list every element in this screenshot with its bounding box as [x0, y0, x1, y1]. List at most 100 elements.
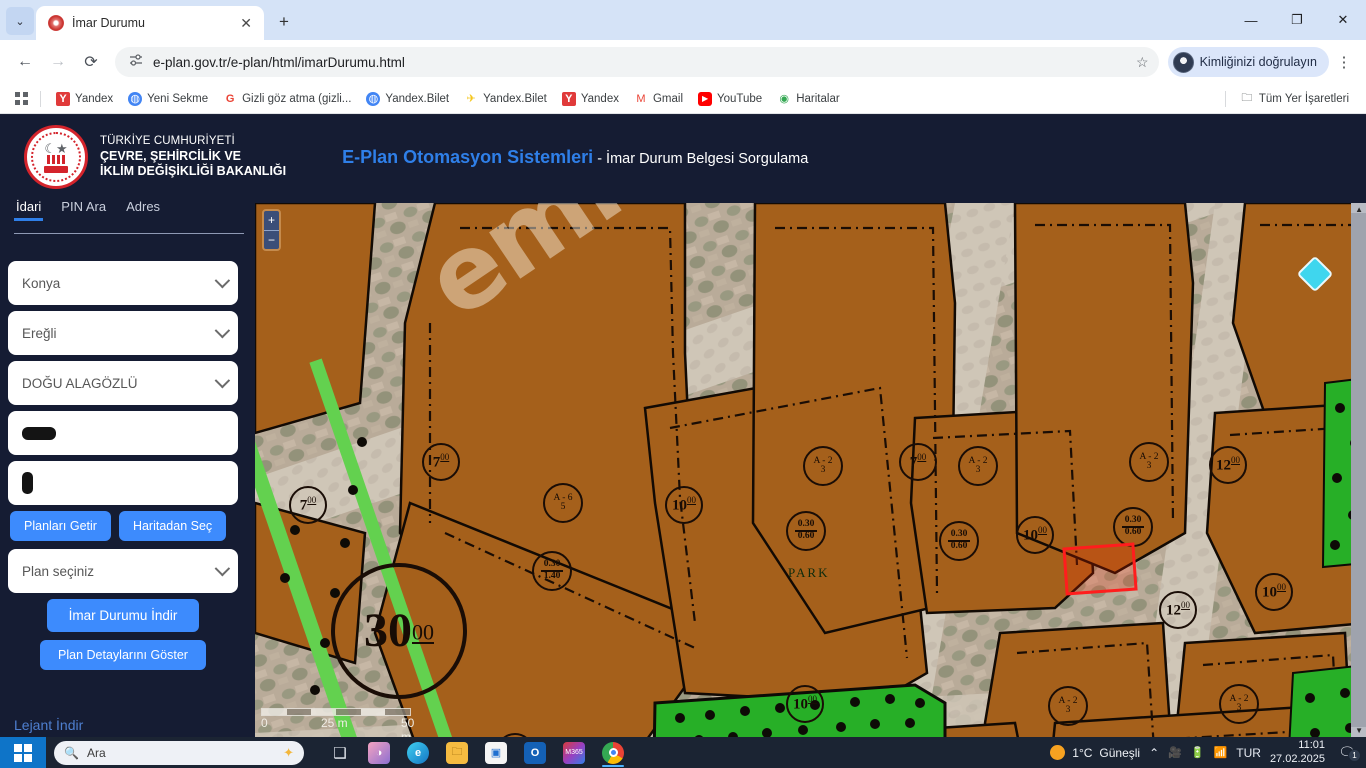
map-scrollbar-thumb[interactable]	[1351, 213, 1366, 727]
notifications-button[interactable]: 🗨 1	[1334, 744, 1361, 762]
select-ilce[interactable]: Ereğli	[8, 311, 238, 355]
taskbar-m365[interactable]: M365	[556, 737, 592, 768]
map-zoom-control[interactable]: + −	[262, 209, 281, 251]
window-maximize-icon[interactable]: ❐	[1274, 4, 1320, 36]
taskbar-task-view[interactable]: ❑	[322, 737, 358, 768]
window-minimize-icon[interactable]: —	[1228, 4, 1274, 36]
ministry-line-3: İKLİM DEĞİŞİKLİĞİ BAKANLIĞI	[100, 163, 287, 178]
map-scroll-down-icon[interactable]: ▼	[1355, 726, 1363, 735]
lejant-indir-link[interactable]: Lejant İndir	[14, 717, 83, 733]
microsoft-edge-icon: e	[407, 741, 429, 764]
select-il[interactable]: Konya	[8, 261, 238, 305]
haritadan-sec-button[interactable]: Haritadan Seç	[118, 511, 227, 541]
battery-icon[interactable]: 🔋	[1191, 746, 1205, 759]
taskbar-chrome[interactable]	[595, 737, 631, 768]
taskbar-edge[interactable]: e	[400, 737, 436, 768]
google-chrome-icon	[602, 741, 624, 764]
map-marker-road-width-major: 3000	[331, 563, 467, 699]
bookmark-item[interactable]: ◍ Yeni Sekme	[121, 89, 215, 109]
tab-title: İmar Durumu	[72, 16, 145, 30]
copilot-sparkle-icon[interactable]: ✦	[283, 745, 294, 761]
browser-tab-imar-durumu[interactable]: İmar Durumu ✕	[36, 6, 264, 40]
taskbar-weather[interactable]: 1°C Güneşli	[1050, 745, 1140, 760]
map-scale-bar: 0 25 m 50 m	[261, 708, 426, 737]
selected-parcel-highlight[interactable]	[1062, 542, 1138, 596]
bookmark-item[interactable]: ◍ Yandex.Bilet	[359, 89, 456, 109]
tray-chevron-up-icon[interactable]: ⌃	[1149, 746, 1159, 760]
bookmark-label: Haritalar	[796, 92, 840, 105]
wifi-icon[interactable]: 📶	[1214, 746, 1228, 759]
bookmark-item[interactable]: ▶ YouTube	[691, 89, 769, 109]
forward-icon[interactable]: →	[43, 47, 73, 77]
bookmark-item[interactable]: ◉ Haritalar	[770, 89, 846, 109]
bookmark-label: Yandex.Bilet	[385, 92, 450, 105]
tab-search-chevron-icon[interactable]: ⌄	[6, 7, 34, 35]
select-plan-value: Plan seçiniz	[22, 563, 95, 579]
scale-label-mid: 25 m	[321, 716, 348, 730]
select-plan[interactable]: Plan seçiniz	[8, 549, 238, 593]
microsoft-store-icon: ▣	[485, 741, 507, 764]
input-parsel[interactable]	[8, 461, 238, 505]
back-icon[interactable]: ←	[10, 47, 40, 77]
tab-idari[interactable]: İdari	[13, 199, 44, 221]
planlari-getir-button[interactable]: Planları Getir	[10, 511, 111, 541]
all-bookmarks-label: Tüm Yer İşaretleri	[1258, 92, 1349, 105]
microsoft-365-icon: M365	[563, 741, 585, 764]
map-marker-road-width: 1000	[786, 685, 824, 723]
imar-map[interactable]: emlakjet.com + − 70070070030001000100010…	[255, 203, 1366, 737]
select-ilce-value: Ereğli	[22, 325, 57, 341]
omnibox-toolbar: ← → ⟳ e-plan.gov.tr/e-plan/html/imarDuru…	[0, 40, 1366, 84]
taskbar-outlook[interactable]: O	[517, 737, 553, 768]
input-ada[interactable]	[8, 411, 238, 455]
youtube-icon: ▶	[698, 91, 713, 106]
new-tab-button[interactable]: +	[270, 8, 298, 36]
bookmark-star-icon[interactable]: ☆	[1136, 54, 1149, 71]
zoom-out-button[interactable]: −	[264, 231, 279, 250]
tab-adres[interactable]: Adres	[126, 199, 160, 221]
zoom-in-button[interactable]: +	[264, 211, 279, 231]
redacted-value	[22, 426, 56, 440]
language-indicator[interactable]: TUR	[1236, 746, 1261, 760]
yandex-icon: Y	[561, 91, 576, 106]
plan-detaylarini-goster-button[interactable]: Plan Detaylarını Göster	[40, 640, 206, 670]
tab-pin-ara[interactable]: PIN Ara	[61, 199, 106, 221]
chrome-menu-icon[interactable]: ⋮	[1332, 53, 1356, 71]
reload-icon[interactable]: ⟳	[76, 47, 106, 77]
taskbar-file-explorer[interactable]: 🗀	[439, 737, 475, 768]
taskbar-clock[interactable]: 11:01 27.02.2025	[1270, 739, 1325, 767]
address-bar[interactable]: e-plan.gov.tr/e-plan/html/imarDurumu.htm…	[115, 47, 1159, 77]
bookmark-label: Yandex	[580, 92, 619, 105]
taskbar-search-box[interactable]: 🔍 Ara ✦	[54, 740, 304, 765]
map-marker-road-width: 700	[899, 443, 937, 481]
sidebar-tabs: İdari PIN Ara Adres	[0, 199, 248, 233]
bookmark-item[interactable]: Y Yandex	[555, 89, 626, 109]
camera-icon[interactable]: 🎥	[1168, 746, 1182, 759]
gmail-icon: M	[636, 92, 646, 105]
apps-grid-icon[interactable]	[10, 91, 32, 106]
site-settings-icon[interactable]	[128, 52, 144, 73]
map-vertical-scrollbar[interactable]	[1351, 203, 1366, 737]
start-button[interactable]	[0, 737, 46, 768]
imar-durumu-indir-button[interactable]: İmar Durumu İndir	[46, 599, 200, 632]
all-bookmarks-button[interactable]: 🗀 Tüm Yer İşaretleri	[1233, 89, 1356, 109]
profile-verify-button[interactable]: Kimliğinizi doğrulayın	[1167, 47, 1329, 77]
bookmark-item[interactable]: M Gmail	[627, 89, 690, 109]
map-marker-road-width: 1200	[1209, 446, 1247, 484]
tab-strip: ⌄ İmar Durumu ✕ + — ❐ ✕	[0, 0, 1366, 40]
taskbar-system-tray: 1°C Güneşli ⌃ 🎥 🔋 📶 TUR 11:01 27.02.2025…	[1050, 739, 1366, 767]
action-button-row: Planları Getir Haritadan Seç	[10, 511, 238, 541]
tab-close-icon[interactable]: ✕	[236, 14, 256, 32]
clock-date: 27.02.2025	[1269, 752, 1325, 765]
weather-temp: 1°C	[1072, 745, 1093, 760]
taskbar-app-icons: ❑ ◑ e 🗀 ▣ O M365	[322, 737, 631, 768]
taskbar-store[interactable]: ▣	[478, 737, 514, 768]
map-marker-building-type: A - 23	[1219, 684, 1259, 724]
window-close-icon[interactable]: ✕	[1320, 4, 1366, 36]
taskbar-copilot[interactable]: ◑	[361, 737, 397, 768]
page-title: E-Plan Otomasyon Sistemleri - İmar Durum…	[342, 147, 808, 168]
bookmark-item[interactable]: Y Yandex	[49, 89, 120, 109]
bookmark-item[interactable]: ✈ Yandex.Bilet	[457, 89, 554, 109]
select-mahalle[interactable]: DOĞU ALAGÖZLÜ	[8, 361, 238, 405]
bookmark-item[interactable]: G Gizli göz atma (gizli...	[216, 89, 358, 109]
map-scroll-up-icon[interactable]: ▲	[1355, 205, 1363, 214]
